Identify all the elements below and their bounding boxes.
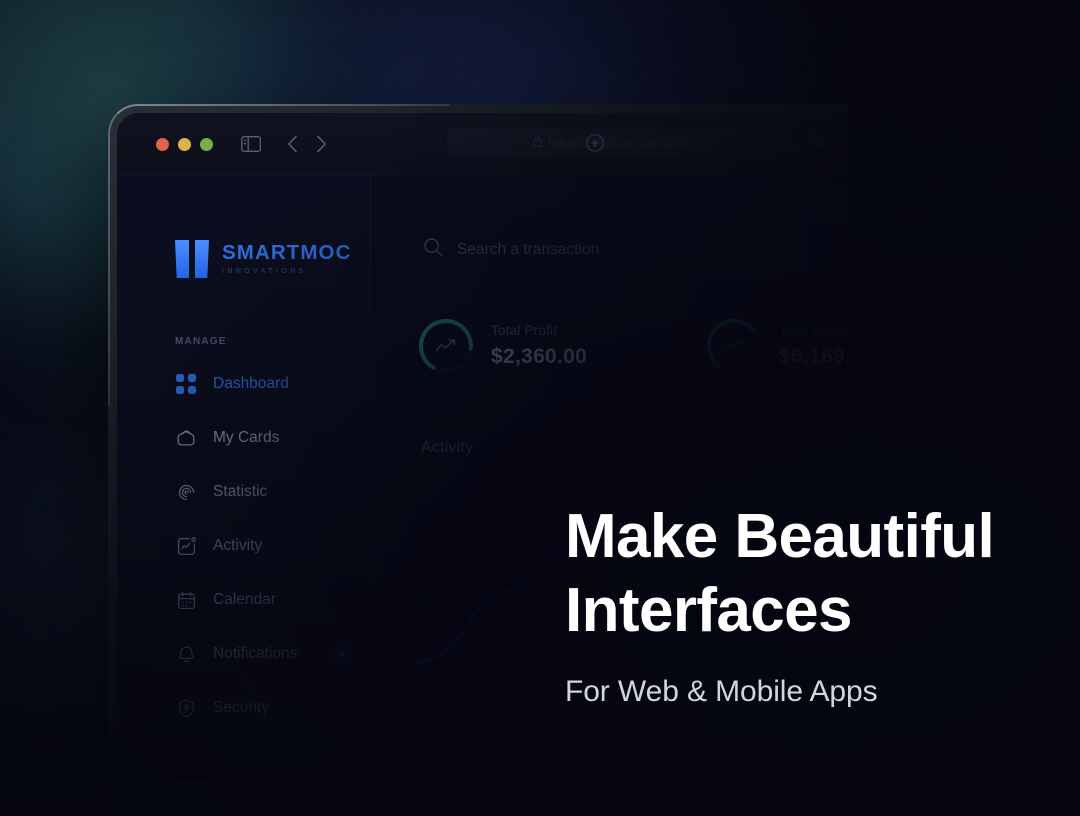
hero-headline-line1: Make Beautiful: [565, 502, 994, 571]
hero-headline: Make Beautiful Interfaces: [565, 500, 1035, 649]
hero-copy: Make Beautiful Interfaces For Web & Mobi…: [565, 500, 1035, 709]
hero-headline-line2: Interfaces: [565, 576, 852, 645]
hero-subhead: For Web & Mobile Apps: [565, 675, 1035, 709]
